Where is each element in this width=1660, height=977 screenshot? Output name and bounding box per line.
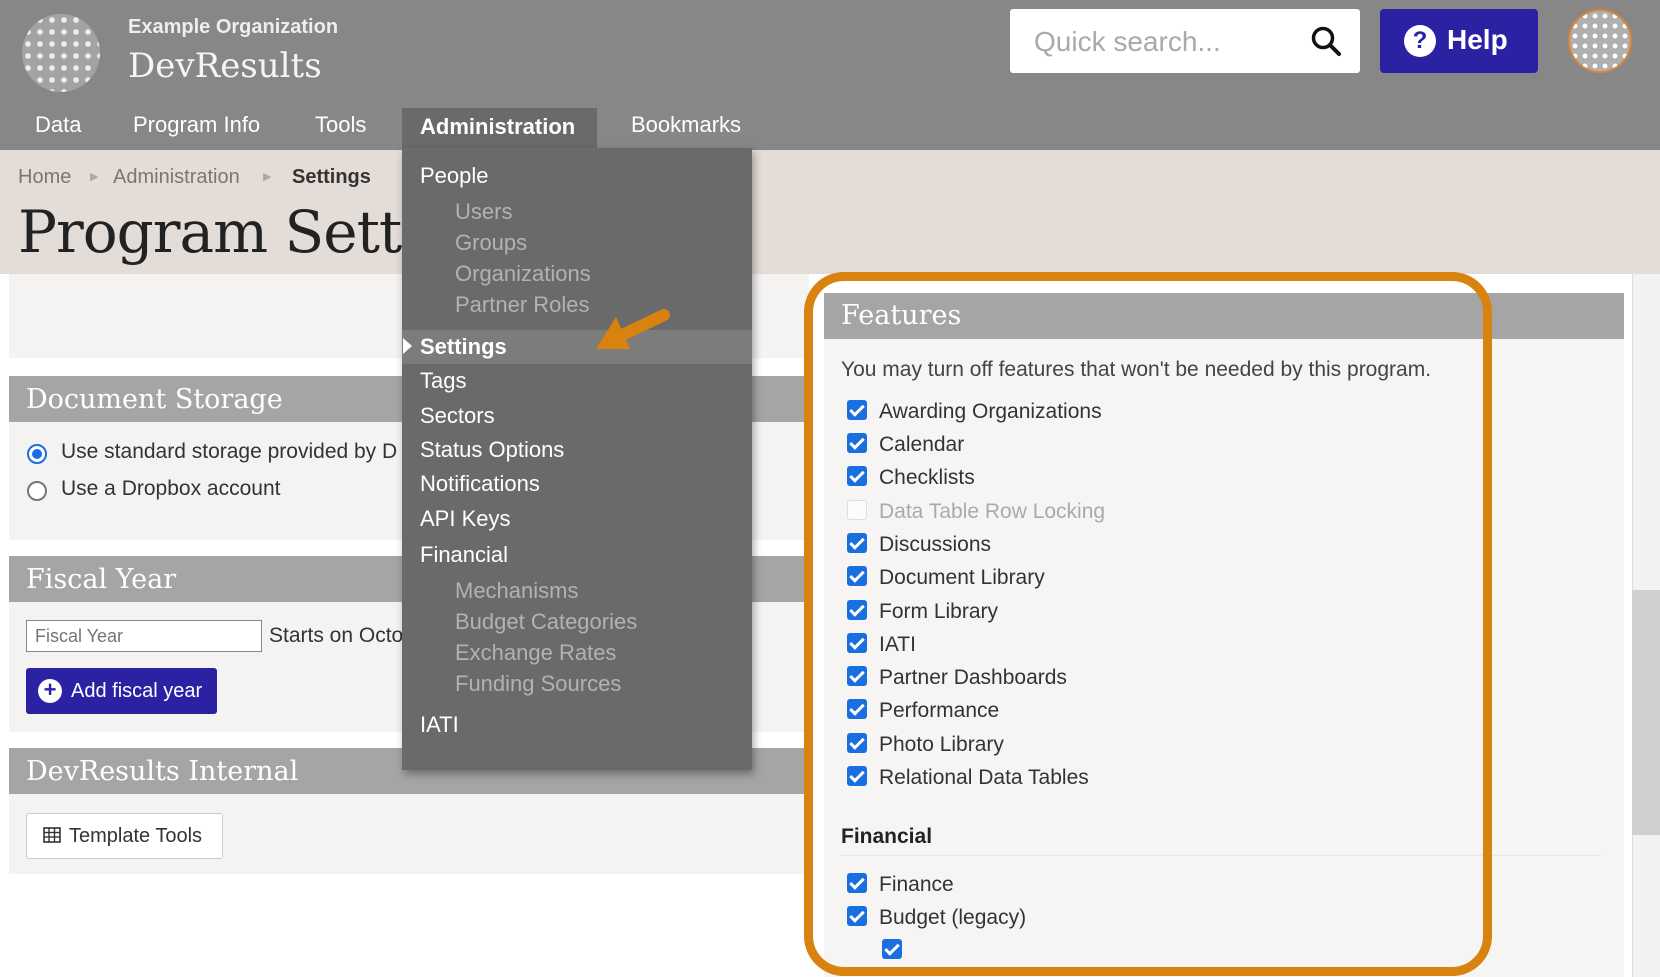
menu-item-iati[interactable]: IATI [420, 712, 459, 738]
menu-item-api-keys[interactable]: API Keys [420, 506, 510, 532]
features-highlight-outline [804, 272, 1492, 976]
add-fiscal-year-label: Add fiscal year [71, 680, 203, 702]
menu-item-users[interactable]: Users [455, 199, 512, 225]
menu-item-budget-categories[interactable]: Budget Categories [455, 609, 637, 635]
menu-group-financial[interactable]: Financial [420, 542, 508, 568]
caret-right-icon [403, 338, 412, 354]
standard-storage-radio[interactable] [27, 444, 47, 464]
help-button[interactable]: ? Help [1380, 9, 1538, 73]
menu-item-exchange-rates[interactable]: Exchange Rates [455, 640, 616, 666]
quick-search[interactable] [1010, 9, 1360, 73]
menu-item-funding-sources[interactable]: Funding Sources [455, 671, 621, 697]
search-icon[interactable] [1310, 25, 1342, 57]
menu-item-partner-roles[interactable]: Partner Roles [455, 292, 590, 318]
document-storage-title: Document Storage [26, 384, 283, 415]
nav-tools[interactable]: Tools [315, 112, 366, 138]
nav-data[interactable]: Data [35, 112, 81, 138]
menu-item-notifications[interactable]: Notifications [420, 471, 540, 497]
orange-arrow-icon [596, 309, 670, 349]
breadcrumb-home[interactable]: Home [18, 166, 71, 189]
template-tools-button[interactable]: Template Tools [26, 813, 223, 859]
menu-item-settings[interactable]: Settings [420, 334, 507, 360]
dropbox-label[interactable]: Use a Dropbox account [61, 477, 280, 501]
breadcrumb-separator-icon: ▶ [263, 171, 272, 183]
standard-storage-label[interactable]: Use standard storage provided by D [61, 440, 397, 464]
fiscal-year-start-text: Starts on Octo [269, 624, 404, 647]
nav-bookmarks[interactable]: Bookmarks [631, 112, 741, 138]
nav-administration-label: Administration [420, 114, 576, 139]
menu-item-tags[interactable]: Tags [420, 368, 466, 394]
menu-item-organizations[interactable]: Organizations [455, 261, 591, 287]
help-label: Help [1447, 24, 1508, 55]
breadcrumb-current: Settings [292, 166, 371, 188]
add-fiscal-year-button[interactable]: + Add fiscal year [26, 668, 217, 714]
nav-administration[interactable]: Administration [402, 108, 597, 150]
search-input[interactable] [1032, 23, 1296, 61]
nav-program-info[interactable]: Program Info [133, 112, 260, 138]
template-tools-label: Template Tools [69, 825, 203, 847]
table-icon [43, 827, 61, 843]
globe-logo-icon[interactable] [22, 14, 100, 92]
breadcrumb-separator-icon: ▶ [90, 171, 99, 183]
question-circle-icon: ? [1404, 25, 1436, 57]
dropbox-radio[interactable] [27, 481, 47, 501]
fiscal-year-title: Fiscal Year [26, 564, 177, 595]
fiscal-year-input[interactable] [26, 620, 262, 652]
internal-title: DevResults Internal [26, 756, 299, 787]
plus-circle-icon: + [38, 679, 62, 703]
menu-item-groups[interactable]: Groups [455, 230, 527, 256]
org-name: Example Organization [128, 16, 339, 38]
breadcrumb-administration[interactable]: Administration [113, 166, 240, 189]
scrollbar-thumb[interactable] [1632, 590, 1660, 835]
menu-item-mechanisms[interactable]: Mechanisms [455, 578, 578, 604]
app-name[interactable]: DevResults [128, 46, 322, 86]
menu-item-status-options[interactable]: Status Options [420, 437, 564, 463]
menu-group-people[interactable]: People [420, 163, 489, 189]
menu-item-sectors[interactable]: Sectors [420, 403, 495, 429]
user-avatar[interactable] [1568, 9, 1632, 73]
